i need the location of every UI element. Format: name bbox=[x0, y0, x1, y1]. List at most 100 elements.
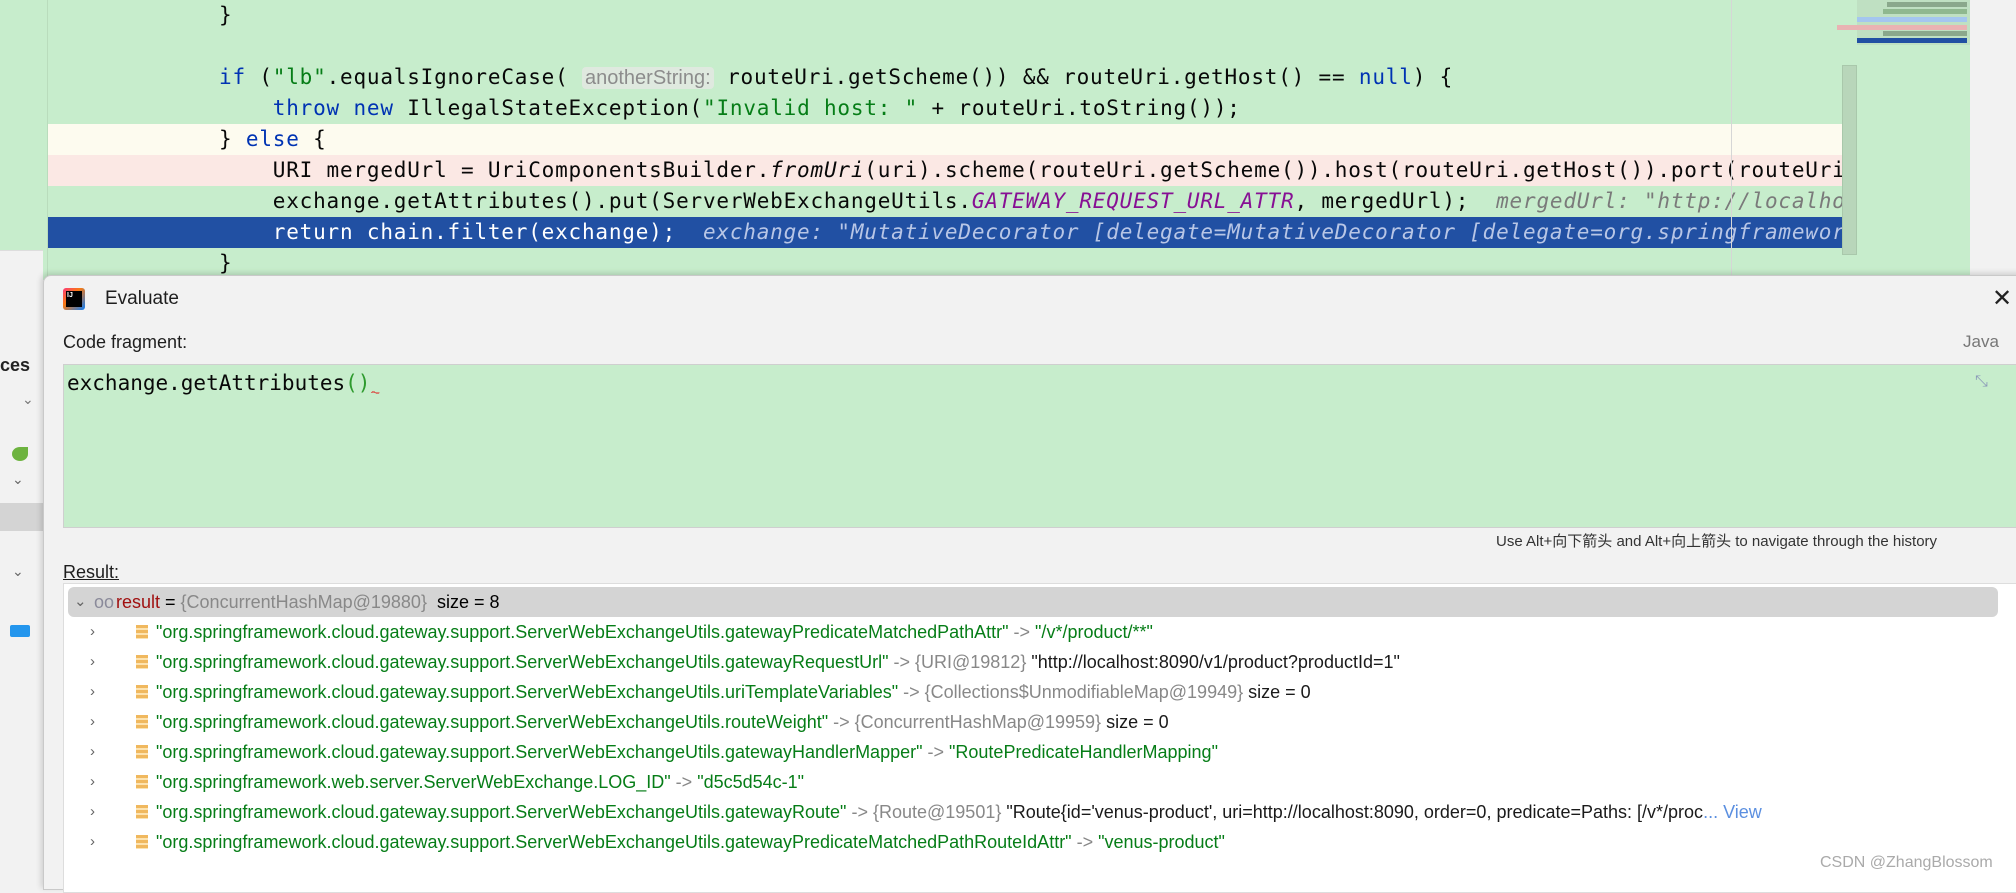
watermark: CSDN @ZhangBlossom bbox=[1820, 854, 1993, 871]
map-entry-row[interactable]: › "org.springframework.cloud.gateway.supp… bbox=[64, 677, 2016, 707]
code-text: exchange.getAttributes bbox=[67, 371, 346, 395]
code-editor[interactable]: } if ("lb".equalsIgnoreCase( anotherStrin… bbox=[0, 0, 1970, 280]
history-hint: Use Alt+向下箭头 and Alt+向上箭头 to navigate th… bbox=[1496, 533, 1938, 550]
code-token: ) { bbox=[1412, 65, 1454, 89]
chevron-right-icon[interactable]: › bbox=[90, 827, 95, 857]
code-paren: () bbox=[345, 371, 371, 395]
chevron-right-icon[interactable]: › bbox=[90, 707, 95, 737]
entry-key: "org.springframework.web.server.ServerWe… bbox=[156, 772, 671, 792]
intellij-logo-icon: IJ bbox=[63, 288, 85, 310]
code-token: "lb" bbox=[272, 65, 327, 89]
code-token: (uri).scheme(routeUri.getScheme()).host(… bbox=[864, 158, 1857, 182]
language-selector[interactable]: Java bbox=[1963, 332, 1999, 352]
parameter-hint: anotherString: bbox=[581, 67, 714, 89]
watch-glasses-icon: oo bbox=[94, 592, 115, 612]
map-entry-icon bbox=[136, 775, 148, 789]
code-token: IllegalStateException( bbox=[393, 96, 703, 120]
entry-value: "http://localhost:8090/v1/product?produc… bbox=[1031, 652, 1400, 672]
code-fragment-label: Code fragment: bbox=[63, 332, 188, 352]
entry-key: "org.springframework.cloud.gateway.suppo… bbox=[156, 712, 829, 732]
entry-value: "venus-product" bbox=[1098, 832, 1225, 852]
entry-type: {Collections$UnmodifiableMap@19949} bbox=[924, 682, 1244, 702]
result-type: {ConcurrentHashMap@19880} bbox=[180, 592, 427, 612]
map-entry-row[interactable]: › "org.springframework.web.server.ServerW… bbox=[64, 767, 2016, 797]
evaluate-dialog: IJ Evaluate ✕ Code fragment: Java exchan… bbox=[43, 275, 2016, 893]
chevron-right-icon[interactable]: › bbox=[90, 647, 95, 677]
minimap[interactable] bbox=[1837, 0, 1970, 45]
chevron-right-icon[interactable]: › bbox=[90, 617, 95, 647]
selected-item[interactable] bbox=[0, 503, 43, 531]
view-link[interactable]: ... View bbox=[1703, 802, 1762, 822]
editor-gutter[interactable] bbox=[0, 0, 48, 280]
code-line[interactable]: } else { bbox=[48, 124, 1857, 155]
code-token: } bbox=[219, 3, 233, 27]
code-line[interactable]: return chain.filter(exchange); exchange:… bbox=[48, 217, 1857, 248]
inline-debug-value: mergedUrl: "http://localhost:8090/v1/pro… bbox=[1496, 189, 1857, 213]
chevron-right-icon[interactable]: › bbox=[90, 737, 95, 767]
chevron-right-icon[interactable]: › bbox=[90, 767, 95, 797]
entry-value: "/v*/product/**" bbox=[1035, 622, 1153, 642]
entry-key: "org.springframework.cloud.gateway.suppo… bbox=[156, 742, 923, 762]
arrow-separator: -> bbox=[670, 772, 698, 792]
map-entry-row[interactable]: › "org.springframework.cloud.gateway.supp… bbox=[64, 617, 2016, 647]
code-line[interactable]: if ("lb".equalsIgnoreCase( anotherString… bbox=[48, 62, 1857, 93]
inline-debug-value: exchange: "MutativeDecorator [delegate=M… bbox=[702, 220, 1857, 244]
map-entry-icon bbox=[136, 685, 148, 699]
code-token: new bbox=[353, 96, 394, 120]
code-token: URI mergedUrl = UriComponentsBuilder. bbox=[219, 158, 771, 182]
editor-scrollbar[interactable] bbox=[1842, 65, 1857, 255]
map-entry-icon bbox=[136, 625, 148, 639]
chevron-right-icon[interactable]: › bbox=[90, 677, 95, 707]
code-line[interactable]: throw new IllegalStateException("Invalid… bbox=[48, 93, 1857, 124]
result-root-row[interactable]: ⌄ oo result = {ConcurrentHashMap@19880} … bbox=[68, 587, 1998, 617]
code-token: exchange.getAttributes().put(ServerWebEx… bbox=[219, 189, 972, 213]
code-token: + routeUri.toString()); bbox=[918, 96, 1241, 120]
entry-type: {URI@19812} bbox=[914, 652, 1027, 672]
code-token: throw bbox=[272, 96, 340, 120]
code-token: , mergedUrl); bbox=[1294, 189, 1497, 213]
code-line[interactable]: URI mergedUrl = UriComponentsBuilder.fro… bbox=[48, 155, 1857, 186]
code-line[interactable]: exchange.getAttributes().put(ServerWebEx… bbox=[48, 186, 1857, 217]
code-token: ( bbox=[245, 65, 273, 89]
equals-sign: = bbox=[160, 592, 181, 612]
map-entry-row[interactable]: › "org.springframework.cloud.gateway.supp… bbox=[64, 647, 2016, 677]
map-entry-row[interactable]: › "org.springframework.cloud.gateway.supp… bbox=[64, 797, 2016, 827]
map-entry-icon bbox=[136, 745, 148, 759]
code-token: fromUri bbox=[770, 158, 865, 182]
code-token: if bbox=[219, 65, 246, 89]
result-size: size = 8 bbox=[436, 592, 500, 612]
entry-value: "d5c5d54c-1" bbox=[697, 772, 805, 792]
map-entry-row[interactable]: › "org.springframework.cloud.gateway.supp… bbox=[64, 827, 2016, 857]
code-line[interactable] bbox=[48, 31, 1857, 62]
entry-key: "org.springframework.cloud.gateway.suppo… bbox=[156, 652, 889, 672]
map-entry-row[interactable]: › "org.springframework.cloud.gateway.supp… bbox=[64, 737, 2016, 767]
arrow-separator: -> bbox=[828, 712, 855, 732]
chevron-down-icon[interactable]: ⌄ bbox=[74, 587, 87, 617]
collapse-icon[interactable]: ⌄ bbox=[22, 391, 34, 408]
chevron-down-icon[interactable]: ⌄ bbox=[12, 471, 24, 488]
chevron-right-icon[interactable]: › bbox=[90, 797, 95, 827]
map-entry-icon bbox=[136, 835, 148, 849]
entry-value: size = 0 bbox=[1248, 682, 1311, 702]
code-token: "Invalid host: " bbox=[703, 96, 919, 120]
collapse-editor-icon[interactable]: ⤡ bbox=[1975, 373, 1988, 391]
chevron-down-icon[interactable]: ⌄ bbox=[12, 563, 24, 580]
services-title: ces bbox=[0, 355, 31, 375]
spring-boot-icon bbox=[12, 447, 28, 461]
result-tree[interactable]: ⌄ oo result = {ConcurrentHashMap@19880} … bbox=[63, 583, 2016, 893]
right-margin-guide bbox=[1731, 0, 1732, 280]
map-entry-row[interactable]: › "org.springframework.cloud.gateway.supp… bbox=[64, 707, 2016, 737]
entry-key: "org.springframework.cloud.gateway.suppo… bbox=[156, 682, 899, 702]
code-fragment-input[interactable]: exchange.getAttributes()⏦ ⤡ bbox=[63, 364, 2016, 528]
code-token: null bbox=[1358, 65, 1413, 89]
close-icon[interactable]: ✕ bbox=[1992, 284, 2012, 313]
map-entry-icon bbox=[136, 655, 148, 669]
entry-key: "org.springframework.cloud.gateway.suppo… bbox=[156, 832, 1072, 852]
code-token: { bbox=[299, 127, 327, 151]
entry-value: "RoutePredicateHandlerMapping" bbox=[949, 742, 1218, 762]
code-line[interactable]: } bbox=[48, 0, 1857, 31]
code-token: .equalsIgnoreCase( bbox=[326, 65, 582, 89]
services-tool-window[interactable]: ces ⌄ ⌄ ⌄ bbox=[0, 250, 43, 884]
